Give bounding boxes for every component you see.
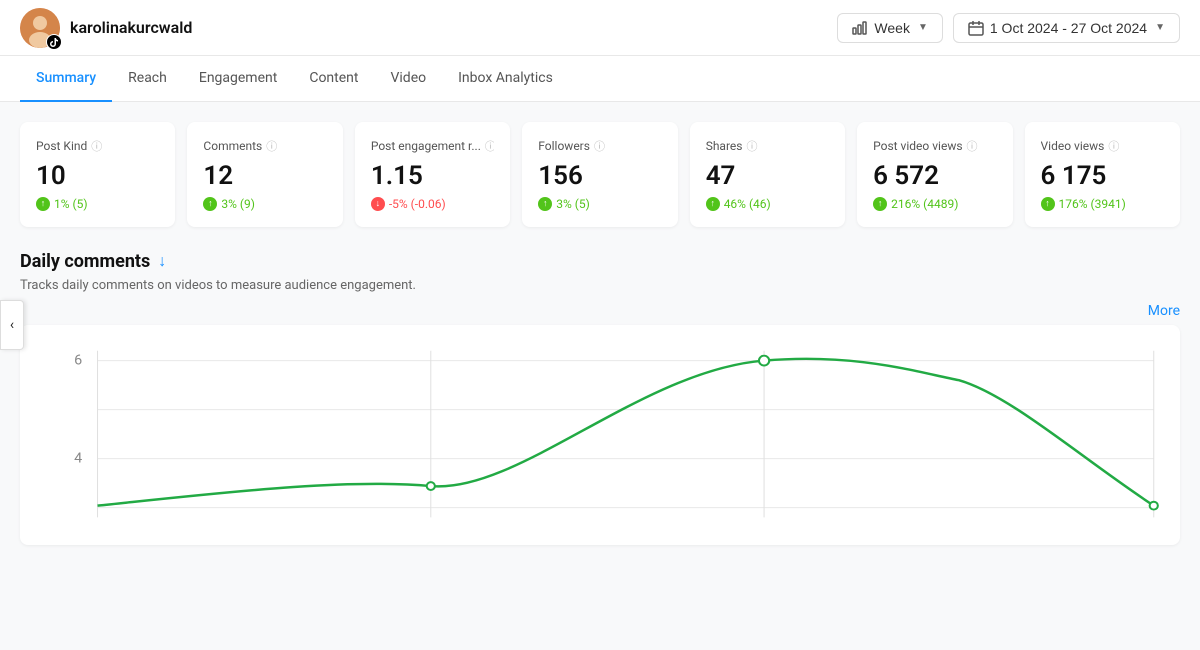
username: karolinakurcwald <box>70 18 192 37</box>
stat-change-comments: ↑ 3% (9) <box>203 197 326 211</box>
stat-card-post-video-views: Post video views ⓘ 6 572 ↑ 216% (4489) <box>857 122 1012 227</box>
info-icon-shares[interactable]: ⓘ <box>746 138 757 154</box>
stat-label-video-views: Video views ⓘ <box>1041 138 1164 154</box>
stat-value-engagement-rate: 1.15 <box>371 162 494 191</box>
main-content: Post Kind ⓘ 10 ↑ 1% (5) Comments ⓘ 12 ↑ … <box>0 102 1200 647</box>
more-link[interactable]: More <box>20 303 1180 319</box>
stat-label-post-video-views: Post video views ⓘ <box>873 138 996 154</box>
stat-card-post-kind: Post Kind ⓘ 10 ↑ 1% (5) <box>20 122 175 227</box>
tiktok-badge <box>46 34 62 50</box>
tab-video[interactable]: Video <box>374 56 442 102</box>
stat-change-video-views: ↑ 176% (3941) <box>1041 197 1164 211</box>
header: karolinakurcwald Week ▼ 1 Oct 2024 - 27 … <box>0 0 1200 56</box>
chart-point-peak <box>759 355 769 365</box>
stat-card-comments: Comments ⓘ 12 ↑ 3% (9) <box>187 122 342 227</box>
left-nav-arrow[interactable]: ‹ <box>0 300 24 350</box>
stat-card-followers: Followers ⓘ 156 ↑ 3% (5) <box>522 122 677 227</box>
chart-point-end <box>1150 501 1158 509</box>
stat-value-video-views: 6 175 <box>1041 162 1164 191</box>
date-range-selector[interactable]: 1 Oct 2024 - 27 Oct 2024 ▼ <box>953 13 1180 43</box>
date-chevron: ▼ <box>1155 22 1165 33</box>
stat-value-post-video-views: 6 572 <box>873 162 996 191</box>
info-icon-followers[interactable]: ⓘ <box>594 138 605 154</box>
chart-point-1 <box>427 482 435 490</box>
daily-comments-title: Daily comments <box>20 251 150 272</box>
stat-change-followers: ↑ 3% (5) <box>538 197 661 211</box>
stat-card-video-views: Video views ⓘ 6 175 ↑ 176% (3941) <box>1025 122 1180 227</box>
stat-label-post-kind: Post Kind ⓘ <box>36 138 159 154</box>
tab-inbox-analytics[interactable]: Inbox Analytics <box>442 56 569 102</box>
y-label-4: 4 <box>74 450 82 466</box>
stat-label-shares: Shares ⓘ <box>706 138 829 154</box>
change-icon-up-followers: ↑ <box>538 197 552 211</box>
info-icon-video-views[interactable]: ⓘ <box>1108 138 1119 154</box>
stat-card-engagement-rate: Post engagement r... ⓘ 1.15 ↓ -5% (-0.06… <box>355 122 510 227</box>
left-arrow-icon: ‹ <box>10 317 14 333</box>
stat-label-followers: Followers ⓘ <box>538 138 661 154</box>
stat-change-engagement-rate: ↓ -5% (-0.06) <box>371 197 494 211</box>
stat-label-engagement-rate: Post engagement r... ⓘ <box>371 138 494 154</box>
tiktok-icon <box>49 37 59 47</box>
stats-row: Post Kind ⓘ 10 ↑ 1% (5) Comments ⓘ 12 ↑ … <box>20 122 1180 227</box>
change-icon-up-post-kind: ↑ <box>36 197 50 211</box>
stat-card-shares: Shares ⓘ 47 ↑ 46% (46) <box>690 122 845 227</box>
stat-value-followers: 156 <box>538 162 661 191</box>
nav-tabs: Summary Reach Engagement Content Video I… <box>0 56 1200 102</box>
chart-container: 6 4 <box>20 325 1180 545</box>
period-label: Week <box>874 20 910 36</box>
change-icon-up-comments: ↑ <box>203 197 217 211</box>
info-icon-post-kind[interactable]: ⓘ <box>91 138 102 154</box>
bar-chart-icon <box>852 20 868 36</box>
info-icon-comments[interactable]: ⓘ <box>266 138 277 154</box>
tab-summary[interactable]: Summary <box>20 56 112 102</box>
stat-change-post-video-views: ↑ 216% (4489) <box>873 197 996 211</box>
calendar-icon <box>968 20 984 36</box>
change-icon-up-shares: ↑ <box>706 197 720 211</box>
stat-value-shares: 47 <box>706 162 829 191</box>
period-selector[interactable]: Week ▼ <box>837 13 942 43</box>
tab-reach[interactable]: Reach <box>112 56 183 102</box>
avatar-wrap <box>20 8 60 48</box>
change-icon-down-engagement-rate: ↓ <box>371 197 385 211</box>
info-icon-engagement-rate[interactable]: ⓘ <box>485 138 494 154</box>
header-controls: Week ▼ 1 Oct 2024 - 27 Oct 2024 ▼ <box>837 13 1180 43</box>
daily-comments-chart: 6 4 <box>36 341 1164 537</box>
change-icon-up-video-views: ↑ <box>1041 197 1055 211</box>
stat-change-shares: ↑ 46% (46) <box>706 197 829 211</box>
stat-change-post-kind: ↑ 1% (5) <box>36 197 159 211</box>
stat-label-comments: Comments ⓘ <box>203 138 326 154</box>
tab-content[interactable]: Content <box>293 56 374 102</box>
change-icon-up-post-video-views: ↑ <box>873 197 887 211</box>
stat-value-post-kind: 10 <box>36 162 159 191</box>
period-chevron: ▼ <box>918 22 928 33</box>
info-icon-post-video-views[interactable]: ⓘ <box>967 138 978 154</box>
download-icon[interactable]: ↓ <box>158 251 166 271</box>
tab-engagement[interactable]: Engagement <box>183 56 293 102</box>
stat-value-comments: 12 <box>203 162 326 191</box>
daily-comments-title-row: Daily comments ↓ <box>20 251 1180 272</box>
date-range-label: 1 Oct 2024 - 27 Oct 2024 <box>990 20 1147 36</box>
y-label-6: 6 <box>74 352 82 368</box>
user-info: karolinakurcwald <box>20 8 192 48</box>
daily-comments-subtitle: Tracks daily comments on videos to measu… <box>20 278 1180 293</box>
